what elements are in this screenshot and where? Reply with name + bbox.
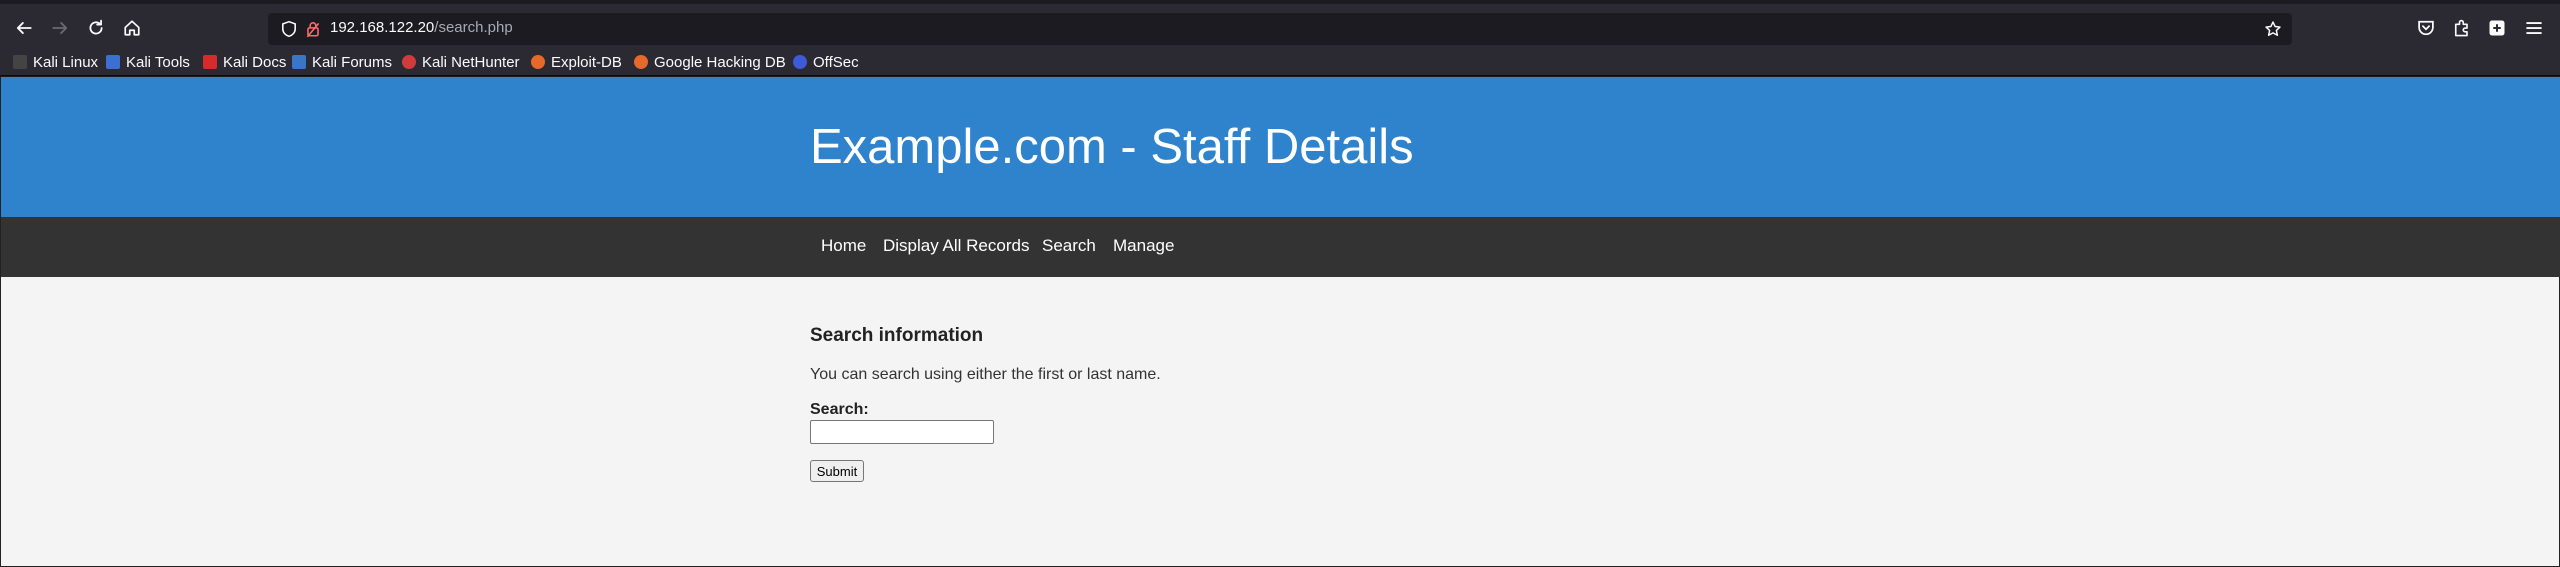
browser-toolbar: 192.168.122.20/search.php bbox=[0, 0, 2560, 48]
exploit-db-icon bbox=[531, 55, 545, 69]
bookmark-kali-forums[interactable]: Kali Forums bbox=[292, 52, 392, 72]
url-text[interactable]: 192.168.122.20/search.php bbox=[330, 19, 513, 36]
reload-button[interactable] bbox=[82, 14, 110, 42]
search-instructions: You can search using either the first or… bbox=[810, 366, 1161, 383]
nav-search-link[interactable]: Search bbox=[1042, 236, 1096, 256]
shield-icon[interactable] bbox=[280, 20, 298, 38]
address-bar[interactable]: 192.168.122.20/search.php bbox=[268, 13, 2292, 45]
ghdb-icon bbox=[634, 55, 648, 69]
extensions-icon[interactable] bbox=[2452, 18, 2472, 38]
kali-docs-icon bbox=[203, 55, 217, 69]
bookmark-google-hacking-db[interactable]: Google Hacking DB bbox=[634, 52, 786, 72]
forward-button[interactable] bbox=[46, 14, 74, 42]
url-path: /search.php bbox=[434, 19, 513, 36]
bookmark-label: Kali Forums bbox=[312, 53, 393, 71]
bookmarks-bar: Kali Linux Kali Tools Kali Docs Kali For… bbox=[0, 48, 2560, 76]
kali-nethunter-icon bbox=[402, 55, 416, 69]
offsec-icon bbox=[793, 55, 807, 69]
reload-icon bbox=[89, 19, 103, 35]
back-button[interactable] bbox=[10, 14, 38, 42]
bookmark-kali-docs[interactable]: Kali Docs bbox=[203, 52, 286, 72]
menu-icon[interactable] bbox=[2524, 18, 2544, 38]
site-nav: Home Display All Records Search Manage bbox=[1, 217, 2560, 277]
search-input[interactable] bbox=[810, 420, 994, 444]
bookmark-kali-tools[interactable]: Kali Tools bbox=[106, 52, 190, 72]
browser-window: 192.168.122.20/search.php Kali Linux Kal… bbox=[0, 0, 2560, 567]
bookmark-label: Exploit-DB bbox=[551, 53, 622, 71]
bookmark-kali-linux[interactable]: Kali Linux bbox=[13, 52, 98, 72]
insecure-lock-icon[interactable] bbox=[304, 20, 322, 38]
arrow-left-icon bbox=[16, 22, 32, 34]
bookmark-label: Kali Tools bbox=[126, 53, 190, 71]
home-icon bbox=[124, 20, 140, 36]
bookmark-label: OffSec bbox=[813, 53, 859, 71]
arrow-right-icon bbox=[52, 22, 68, 34]
home-button[interactable] bbox=[118, 14, 146, 42]
kali-dragon-icon bbox=[13, 55, 27, 69]
web-page: Example.com - Staff Details Home Display… bbox=[0, 77, 2560, 567]
bookmark-label: Kali Linux bbox=[33, 53, 99, 71]
bookmark-exploit-db[interactable]: Exploit-DB bbox=[531, 52, 622, 72]
account-icon[interactable] bbox=[2487, 18, 2507, 38]
bookmark-label: Google Hacking DB bbox=[654, 53, 786, 71]
bookmark-label: Kali Docs bbox=[223, 53, 287, 71]
bookmark-kali-nethunter[interactable]: Kali NetHunter bbox=[402, 52, 520, 72]
kali-forums-icon bbox=[292, 55, 306, 69]
bookmark-star-icon[interactable] bbox=[2264, 20, 2282, 38]
url-host: 192.168.122.20 bbox=[330, 19, 435, 36]
section-heading: Search information bbox=[810, 325, 984, 346]
pocket-icon[interactable] bbox=[2416, 18, 2436, 38]
kali-tools-icon bbox=[106, 55, 120, 69]
nav-home-link[interactable]: Home bbox=[821, 236, 866, 256]
submit-button[interactable]: Submit bbox=[810, 460, 864, 482]
site-title: Example.com - Staff Details bbox=[810, 120, 1414, 174]
nav-manage-link[interactable]: Manage bbox=[1113, 236, 1174, 256]
bookmark-offsec[interactable]: OffSec bbox=[793, 52, 859, 72]
bookmark-label: Kali NetHunter bbox=[422, 53, 520, 71]
search-label: Search: bbox=[810, 401, 869, 418]
site-banner: Example.com - Staff Details bbox=[1, 77, 2560, 217]
nav-display-all-records-link[interactable]: Display All Records bbox=[883, 236, 1029, 256]
